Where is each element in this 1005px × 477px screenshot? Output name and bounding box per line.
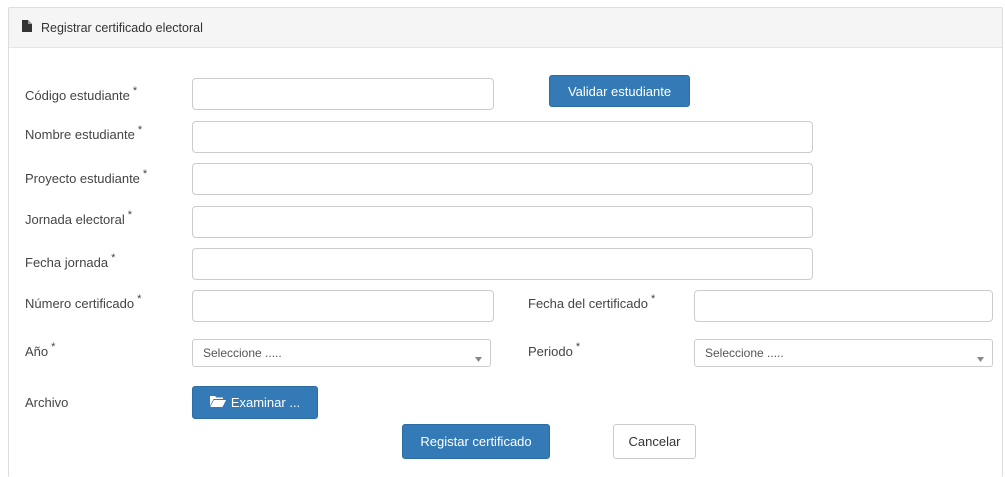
nombre-label: Nombre estudiante * <box>25 124 143 142</box>
nombre-label-text: Nombre estudiante <box>25 127 135 142</box>
fecha-jornada-label: Fecha jornada * <box>25 252 116 270</box>
validar-button-label: Validar estudiante <box>567 83 672 99</box>
anio-selected-value: Seleccione ..... <box>203 346 282 360</box>
required-mark: * <box>51 341 56 353</box>
fecha-certificado-label-text: Fecha del certificado <box>528 296 648 311</box>
required-mark: * <box>142 168 148 180</box>
required-mark: * <box>127 209 133 221</box>
examinar-button[interactable]: Examinar ... <box>192 386 318 419</box>
periodo-select[interactable]: Seleccione ..... <box>694 339 993 367</box>
periodo-selected-value: Seleccione ..... <box>705 346 784 360</box>
cancelar-button[interactable]: Cancelar <box>613 424 696 459</box>
numero-certificado-label: Número certificado * <box>25 293 142 311</box>
anio-label-text: Año <box>25 344 49 359</box>
fecha-jornada-input[interactable] <box>192 248 813 280</box>
fecha-jornada-label-text: Fecha jornada <box>25 255 109 270</box>
fecha-certificado-label: Fecha del certificado * <box>528 293 656 311</box>
required-mark: * <box>132 85 138 97</box>
required-mark: * <box>137 293 142 305</box>
panel-heading: Registrar certificado electoral <box>9 8 1002 48</box>
codigo-label: Código estudiante * <box>25 85 138 103</box>
proyecto-estudiante-input[interactable] <box>192 163 813 195</box>
folder-open-icon <box>209 395 226 410</box>
jornada-label: Jornada electoral * <box>25 209 133 227</box>
fecha-certificado-input[interactable] <box>694 290 993 322</box>
file-icon <box>22 20 32 35</box>
jornada-electoral-input[interactable] <box>192 206 813 238</box>
required-mark: * <box>111 252 116 264</box>
proyecto-label: Proyecto estudiante * <box>25 168 148 186</box>
registrar-certificado-button[interactable]: Registar certificado <box>402 424 550 459</box>
required-mark: * <box>650 293 656 305</box>
archivo-label: Archivo <box>25 395 69 410</box>
numero-certificado-label-text: Número certificado <box>25 296 135 311</box>
codigo-label-text: Código estudiante <box>25 88 130 103</box>
codigo-estudiante-input[interactable] <box>192 78 494 110</box>
periodo-label: Periodo * <box>528 341 581 359</box>
anio-label: Año * <box>25 341 56 359</box>
cancel-button-label: Cancelar <box>628 434 681 449</box>
proyecto-label-text: Proyecto estudiante <box>25 171 140 186</box>
required-mark: * <box>137 124 143 136</box>
examinar-button-label: Examinar ... <box>230 395 301 410</box>
anio-select[interactable]: Seleccione ..... <box>192 339 491 367</box>
validar-estudiante-button[interactable]: Validar estudiante <box>549 75 690 107</box>
nombre-estudiante-input[interactable] <box>192 121 813 153</box>
panel-title: Registrar certificado electoral <box>41 21 203 35</box>
numero-certificado-input[interactable] <box>192 290 494 322</box>
jornada-label-text: Jornada electoral <box>25 212 125 227</box>
register-certificate-panel: Registrar certificado electoral <box>8 7 1003 477</box>
submit-button-label: Registar certificado <box>420 434 532 449</box>
required-mark: * <box>575 341 581 353</box>
caret-down-icon <box>977 351 984 365</box>
periodo-label-text: Periodo <box>528 344 573 359</box>
caret-down-icon <box>475 351 482 365</box>
